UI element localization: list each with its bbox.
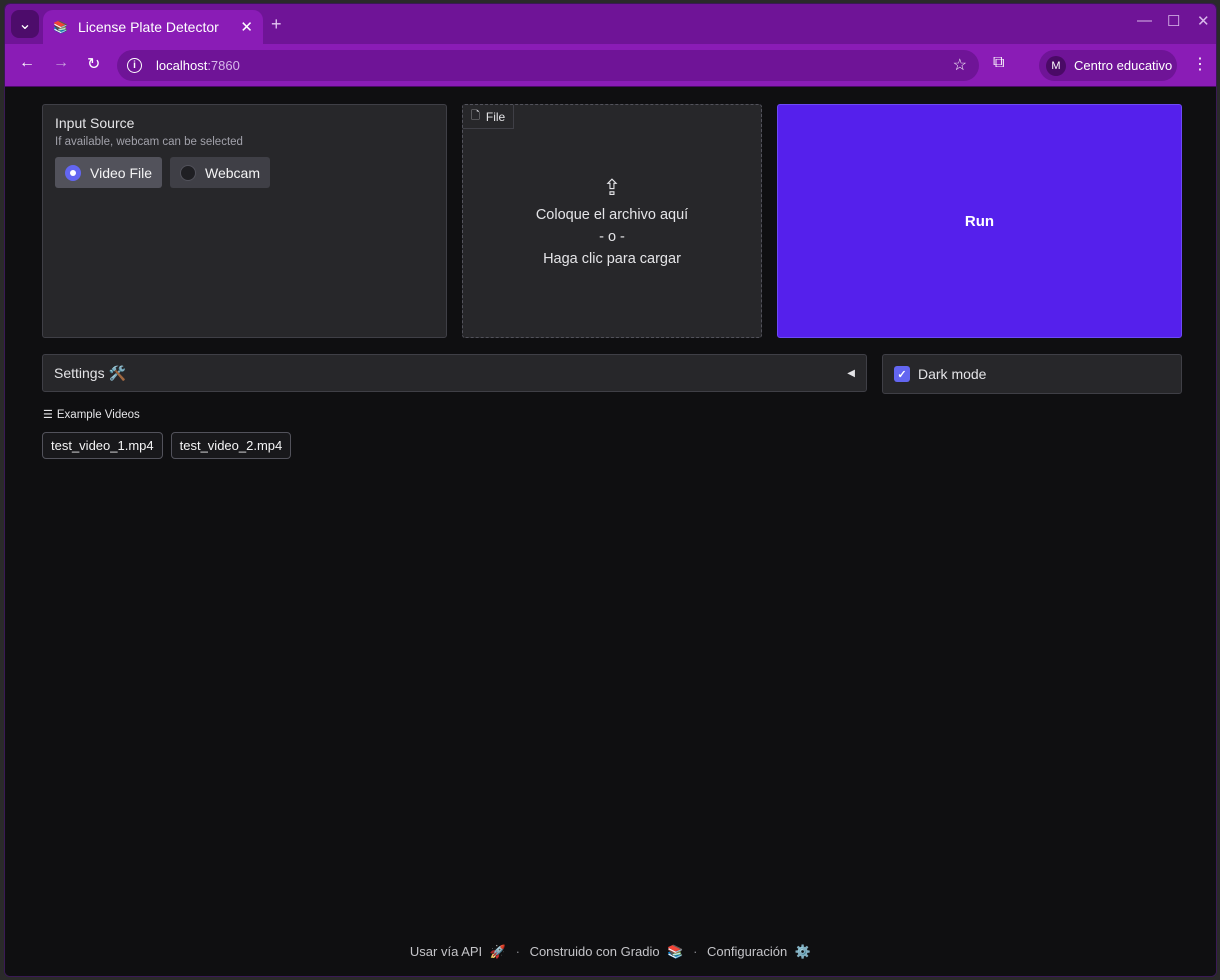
upload-icon: ⇪ [602, 175, 622, 200]
gradio-page: Input Source If available, webcam can be… [5, 88, 1216, 976]
browser-toolbar: ← → ↻ i localhost:7860 ☆ ⧉ M Centro educ… [5, 44, 1216, 87]
reload-icon[interactable]: ↻ [87, 54, 100, 74]
upload-area[interactable]: ⇪ Coloque el archivo aquí - o - Haga cli… [463, 175, 761, 267]
maximize-icon[interactable]: ☐ [1167, 12, 1180, 30]
gradio-logo-icon: 📚 [667, 944, 684, 959]
file-icon: 🗋 [471, 110, 480, 122]
url-text: localhost:7860 [156, 58, 240, 73]
extensions-icon[interactable]: ⧉ [993, 54, 1004, 72]
tab-search-icon[interactable]: ⌄ [11, 10, 39, 38]
radio-group: Video File Webcam [55, 157, 434, 188]
browser-window: ⌄ 📚 License Plate Detector ✕ + — ☐ ✕ ← →… [4, 3, 1217, 977]
examples-label: ☰ Example Videos [43, 408, 140, 422]
file-label: 🗋 File [463, 105, 515, 129]
more-options-icon[interactable]: ⋮ [1192, 54, 1208, 74]
run-button[interactable]: Run [777, 104, 1182, 338]
drop-text: Coloque el archivo aquí [535, 207, 689, 223]
back-icon[interactable]: ← [19, 54, 35, 72]
settings-label: Settings 🛠️ [54, 364, 126, 381]
list-icon: ☰ [43, 409, 53, 421]
separator: · [693, 944, 698, 959]
dark-mode-label: Dark mode [918, 366, 987, 382]
example-button[interactable]: test_video_1.mp4 [42, 432, 163, 459]
minimize-icon[interactable]: — [1137, 12, 1152, 29]
site-info-icon[interactable]: i [127, 58, 142, 73]
bookmark-star-icon[interactable]: ☆ [953, 55, 967, 75]
new-tab-icon[interactable]: + [271, 14, 282, 35]
caret-left-icon: ◀ [847, 367, 855, 379]
or-text: - o - [599, 229, 625, 245]
radio-label: Webcam [205, 164, 260, 181]
click-text: Haga clic para cargar [543, 251, 681, 267]
close-tab-icon[interactable]: ✕ [240, 18, 253, 36]
radio-selected-icon [65, 164, 81, 181]
profile-button[interactable]: M Centro educativo [1039, 50, 1177, 81]
footer: Usar vía API 🚀 · Construido con Gradio 📚… [5, 944, 1216, 960]
tab-active[interactable]: 📚 License Plate Detector ✕ [43, 10, 263, 44]
favicon-icon: 📚 [53, 20, 68, 34]
input-source-label: Input Source [55, 115, 135, 131]
examples-list: test_video_1.mp4 test_video_2.mp4 [42, 432, 292, 459]
radio-video-file[interactable]: Video File [55, 157, 163, 188]
rocket-icon: 🚀 [489, 944, 506, 959]
close-window-icon[interactable]: ✕ [1197, 12, 1210, 30]
tab-title: License Plate Detector [77, 19, 219, 35]
radio-label: Video File [90, 164, 153, 181]
gear-icon: ⚙️ [794, 944, 812, 959]
use-api-link[interactable]: Usar vía API 🚀 [408, 944, 508, 959]
separator: · [515, 944, 520, 959]
input-source-info: If available, webcam can be selected [55, 136, 243, 148]
address-bar[interactable]: i localhost:7860 ☆ [117, 50, 979, 81]
radio-webcam[interactable]: Webcam [170, 157, 270, 188]
settings-accordion[interactable]: Settings 🛠️ ◀ [42, 354, 867, 392]
input-source-panel: Input Source If available, webcam can be… [42, 104, 447, 338]
built-with-gradio-link[interactable]: Construido con Gradio 📚 [528, 944, 686, 959]
tab-strip: ⌄ 📚 License Plate Detector ✕ + — ☐ ✕ [5, 4, 1216, 44]
dark-mode-checkbox[interactable]: ✓ Dark mode [882, 354, 1182, 394]
checkbox-checked-icon[interactable]: ✓ [894, 366, 910, 382]
radio-unselected-icon [180, 164, 197, 181]
example-button[interactable]: test_video_2.mp4 [170, 432, 292, 459]
profile-name: Centro educativo [1074, 58, 1173, 73]
forward-icon[interactable]: → [53, 54, 69, 72]
avatar: M [1046, 55, 1066, 76]
settings-link[interactable]: Configuración ⚙️ [705, 944, 813, 959]
file-upload-dropzone[interactable]: 🗋 File ⇪ Coloque el archivo aquí - o - H… [462, 104, 762, 338]
